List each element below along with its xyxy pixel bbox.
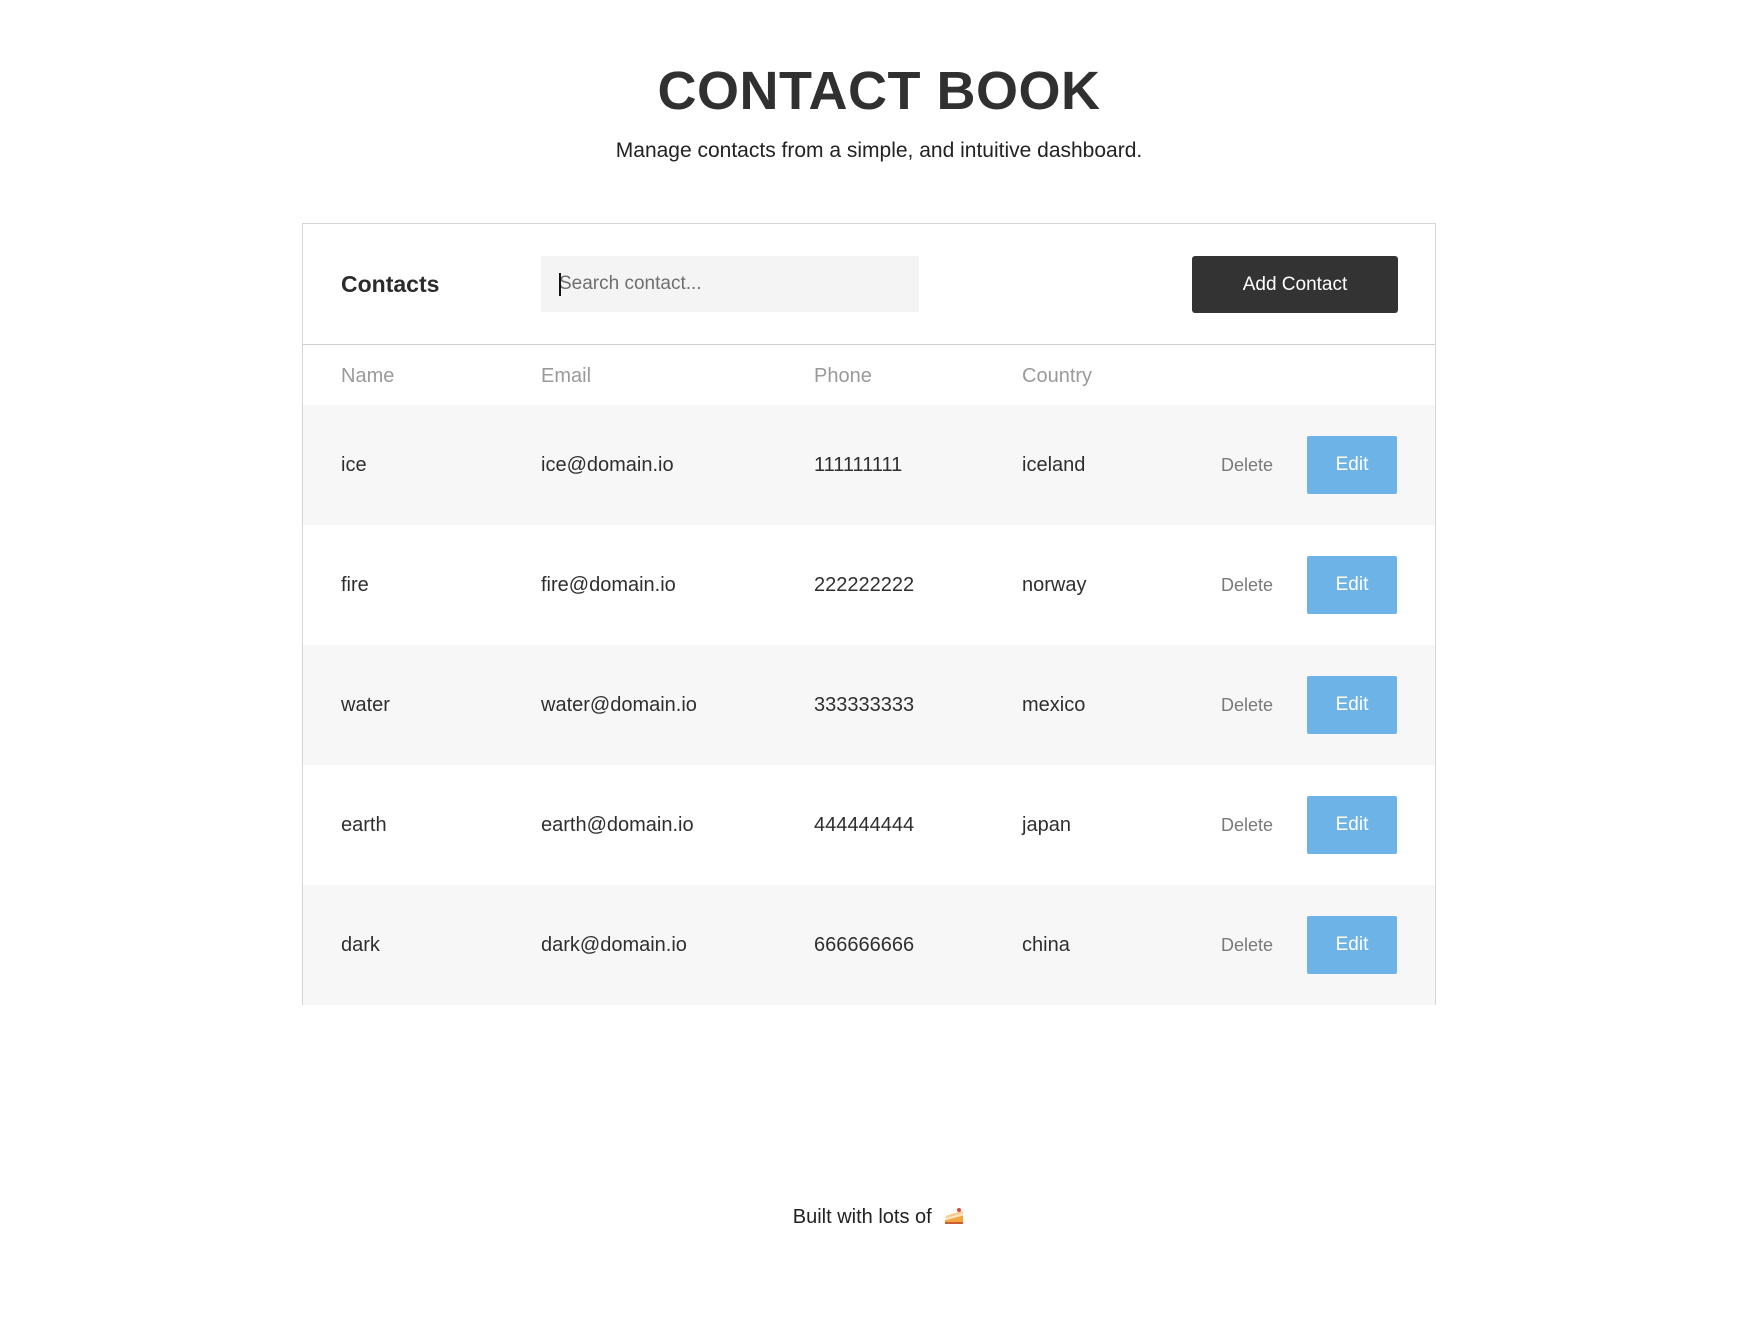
contact-email: ice@domain.io xyxy=(541,454,674,476)
contact-name: ice xyxy=(341,454,367,476)
table-row: earth earth@domain.io 444444444 japan De… xyxy=(303,765,1435,885)
page-header: CONTACT BOOK Manage contacts from a simp… xyxy=(0,60,1758,164)
search-contact-input[interactable] xyxy=(541,256,919,312)
table-row: dark dark@domain.io 666666666 china Dele… xyxy=(303,885,1435,1005)
table-row: water water@domain.io 333333333 mexico D… xyxy=(303,645,1435,765)
contact-email: water@domain.io xyxy=(541,694,697,716)
contact-phone: 111111111 xyxy=(814,454,903,476)
contact-name: dark xyxy=(341,934,380,956)
page-subtitle: Manage contacts from a simple, and intui… xyxy=(615,139,1143,162)
table-row: ice ice@domain.io 111111111 iceland Dele… xyxy=(303,405,1435,525)
contact-name: fire xyxy=(341,574,369,596)
contacts-heading: Contacts xyxy=(341,271,440,297)
contacts-table-body: ice ice@domain.io 111111111 iceland Dele… xyxy=(303,405,1435,1005)
footer: Built with lots of xyxy=(0,1204,1758,1234)
contact-country: china xyxy=(1022,934,1070,956)
contact-country: mexico xyxy=(1022,694,1086,716)
card-header: Contacts Add Contact xyxy=(303,224,1435,345)
page-title: CONTACT BOOK xyxy=(657,61,1101,121)
delete-button[interactable]: Delete xyxy=(1221,813,1273,837)
contact-name: water xyxy=(341,694,390,716)
contact-phone: 222222222 xyxy=(814,574,915,596)
contact-email: fire@domain.io xyxy=(541,574,676,596)
contact-phone: 444444444 xyxy=(814,814,915,836)
edit-button[interactable]: Edit xyxy=(1307,916,1397,974)
table-row: fire fire@domain.io 222222222 norway Del… xyxy=(303,525,1435,645)
column-header-email: Email xyxy=(541,365,592,387)
add-contact-button[interactable]: Add Contact xyxy=(1192,256,1398,313)
footer-text: Built with lots of xyxy=(792,1206,932,1228)
delete-button[interactable]: Delete xyxy=(1221,453,1273,477)
column-header-country: Country xyxy=(1022,365,1093,387)
text-cursor xyxy=(559,273,561,296)
table-header: Name Email Phone Country xyxy=(303,345,1435,405)
cake-icon xyxy=(943,1205,965,1234)
contact-email: dark@domain.io xyxy=(541,934,687,956)
delete-button[interactable]: Delete xyxy=(1221,573,1273,597)
column-header-phone: Phone xyxy=(814,365,872,387)
contacts-card: Contacts Add Contact Name Email Phone Co… xyxy=(302,223,1436,1005)
contact-country: iceland xyxy=(1022,454,1086,476)
edit-button[interactable]: Edit xyxy=(1307,796,1397,854)
contact-email: earth@domain.io xyxy=(541,814,694,836)
contact-country: japan xyxy=(1022,814,1071,836)
edit-button[interactable]: Edit xyxy=(1307,676,1397,734)
contact-phone: 333333333 xyxy=(814,694,915,716)
edit-button[interactable]: Edit xyxy=(1307,436,1397,494)
column-header-name: Name xyxy=(341,365,395,387)
edit-button[interactable]: Edit xyxy=(1307,556,1397,614)
contact-country: norway xyxy=(1022,574,1087,596)
delete-button[interactable]: Delete xyxy=(1221,693,1273,717)
delete-button[interactable]: Delete xyxy=(1221,933,1273,957)
contact-name: earth xyxy=(341,814,387,836)
contact-phone: 666666666 xyxy=(814,934,915,956)
